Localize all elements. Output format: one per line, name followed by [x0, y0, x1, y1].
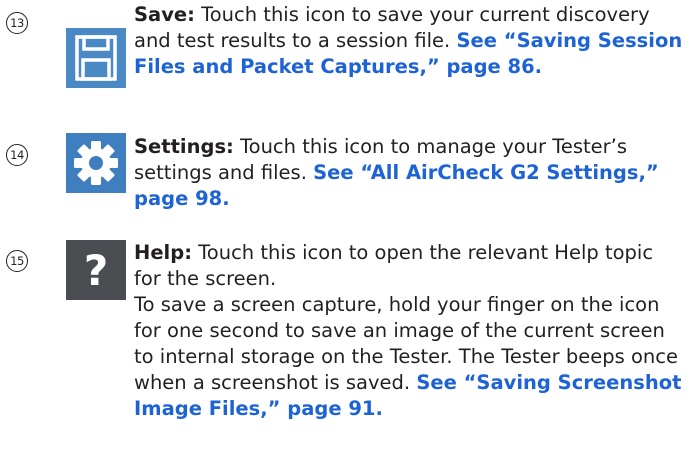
save-icon: [66, 28, 126, 88]
settings-description: Settings: Touch this icon to manage your…: [134, 134, 686, 212]
help-icon: ?: [66, 240, 126, 300]
save-term: Save:: [134, 3, 195, 26]
save-description: Save: Touch this icon to save your curre…: [134, 2, 686, 80]
callout-number-13: 13: [6, 12, 28, 34]
help-description-text: Touch this icon to open the relevant Hel…: [134, 241, 654, 290]
callout-number-15: 15: [6, 250, 28, 272]
callout-number-15-label: 15: [10, 254, 24, 268]
gear-icon: [66, 133, 126, 193]
callout-number-13-label: 13: [10, 16, 24, 30]
help-term: Help:: [134, 241, 192, 264]
svg-text:?: ?: [84, 246, 108, 295]
callout-number-14: 14: [6, 144, 28, 166]
callout-number-14-label: 14: [10, 148, 24, 162]
help-description: Help: Touch this icon to open the releva…: [134, 240, 686, 422]
settings-term: Settings:: [134, 135, 234, 158]
